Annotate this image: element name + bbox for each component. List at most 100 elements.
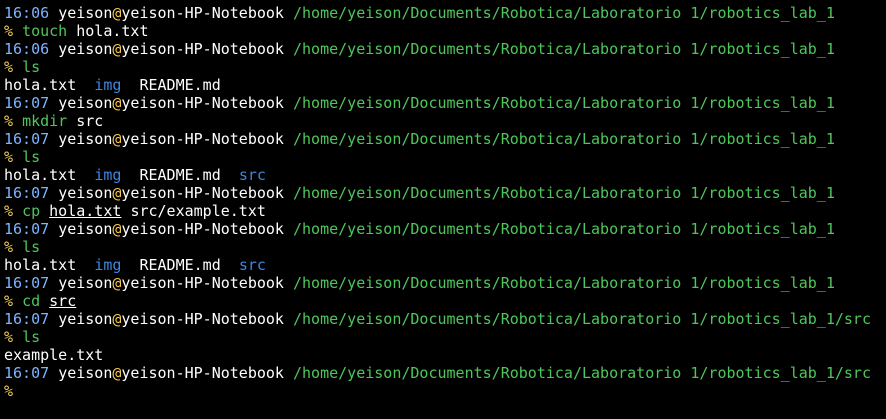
prompt-path: /home/yeison/Documents/Robotica/Laborato… (293, 130, 835, 148)
prompt-time: 16:07 (4, 130, 50, 148)
file-entry: hola.txt (4, 76, 77, 94)
prompt-host: yeison-HP-Notebook (121, 40, 284, 58)
prompt-host: yeison-HP-Notebook (121, 310, 284, 328)
terminal-window[interactable]: 16:06 yeison@yeison-HP-Notebook /home/ye… (0, 0, 886, 419)
prompt-user: yeison (58, 274, 113, 292)
prompt-symbol: % (4, 148, 14, 166)
directory-entry: img (94, 76, 122, 94)
prompt-path: /home/yeison/Documents/Robotica/Laborato… (293, 274, 835, 292)
prompt-symbol: % (4, 22, 14, 40)
command-line: % cp hola.txt src/example.txt (4, 202, 886, 220)
prompt-user: yeison (58, 184, 113, 202)
prompt-line: 16:07 yeison@yeison-HP-Notebook /home/ye… (4, 220, 886, 238)
command-output-line: hola.txt img README.md (4, 76, 886, 94)
prompt-time: 16:07 (4, 94, 50, 112)
prompt-user: yeison (58, 220, 113, 238)
prompt-host: yeison-HP-Notebook (121, 130, 284, 148)
command-argument: src (76, 112, 104, 130)
prompt-host: yeison-HP-Notebook (121, 94, 284, 112)
prompt-user: yeison (58, 364, 113, 382)
directory-entry: src (238, 256, 266, 274)
prompt-time: 16:06 (4, 40, 50, 58)
prompt-line: 16:06 yeison@yeison-HP-Notebook /home/ye… (4, 4, 886, 22)
command-output-line: hola.txt img README.md src (4, 166, 886, 184)
command-input-line[interactable]: % (4, 382, 886, 400)
prompt-host: yeison-HP-Notebook (121, 364, 284, 382)
command-name: cd (22, 292, 41, 310)
prompt-user: yeison (58, 94, 113, 112)
prompt-line: 16:07 yeison@yeison-HP-Notebook /home/ye… (4, 130, 886, 148)
prompt-symbol: % (4, 58, 14, 76)
command-name: mkdir (22, 112, 68, 130)
command-name: touch (22, 22, 68, 40)
file-entry: hola.txt (4, 166, 77, 184)
prompt-symbol: % (4, 112, 14, 130)
prompt-user: yeison (58, 310, 113, 328)
prompt-path: /home/yeison/Documents/Robotica/Laborato… (293, 4, 835, 22)
prompt-path: /home/yeison/Documents/Robotica/Laborato… (293, 184, 835, 202)
prompt-symbol: % (4, 328, 14, 346)
prompt-path: /home/yeison/Documents/Robotica/Laborato… (293, 310, 871, 328)
command-name: ls (22, 328, 41, 346)
prompt-symbol: % (4, 382, 14, 400)
file-entry: README.md (139, 256, 221, 274)
prompt-user: yeison (58, 40, 113, 58)
prompt-time: 16:06 (4, 4, 50, 22)
prompt-path: /home/yeison/Documents/Robotica/Laborato… (293, 220, 835, 238)
directory-entry: img (94, 166, 122, 184)
prompt-time: 16:07 (4, 274, 50, 292)
file-entry: example.txt (4, 346, 104, 364)
command-name: ls (22, 148, 41, 166)
prompt-host: yeison-HP-Notebook (121, 184, 284, 202)
command-line: % ls (4, 58, 886, 76)
command-argument: src/example.txt (130, 202, 266, 220)
file-entry: README.md (139, 166, 221, 184)
prompt-time: 16:07 (4, 310, 50, 328)
prompt-line: 16:07 yeison@yeison-HP-Notebook /home/ye… (4, 274, 886, 292)
directory-entry: img (94, 256, 122, 274)
command-output-line: hola.txt img README.md src (4, 256, 886, 274)
command-name: ls (22, 58, 41, 76)
prompt-host: yeison-HP-Notebook (121, 274, 284, 292)
command-line: % mkdir src (4, 112, 886, 130)
command-name: cp (22, 202, 41, 220)
prompt-path: /home/yeison/Documents/Robotica/Laborato… (293, 364, 871, 382)
prompt-line: 16:06 yeison@yeison-HP-Notebook /home/ye… (4, 40, 886, 58)
prompt-path: /home/yeison/Documents/Robotica/Laborato… (293, 40, 835, 58)
command-argument: hola.txt (49, 202, 122, 220)
prompt-time: 16:07 (4, 220, 50, 238)
prompt-symbol: % (4, 202, 14, 220)
command-argument: hola.txt (76, 22, 149, 40)
prompt-host: yeison-HP-Notebook (121, 4, 284, 22)
command-line: % ls (4, 328, 886, 346)
prompt-path: /home/yeison/Documents/Robotica/Laborato… (293, 94, 835, 112)
